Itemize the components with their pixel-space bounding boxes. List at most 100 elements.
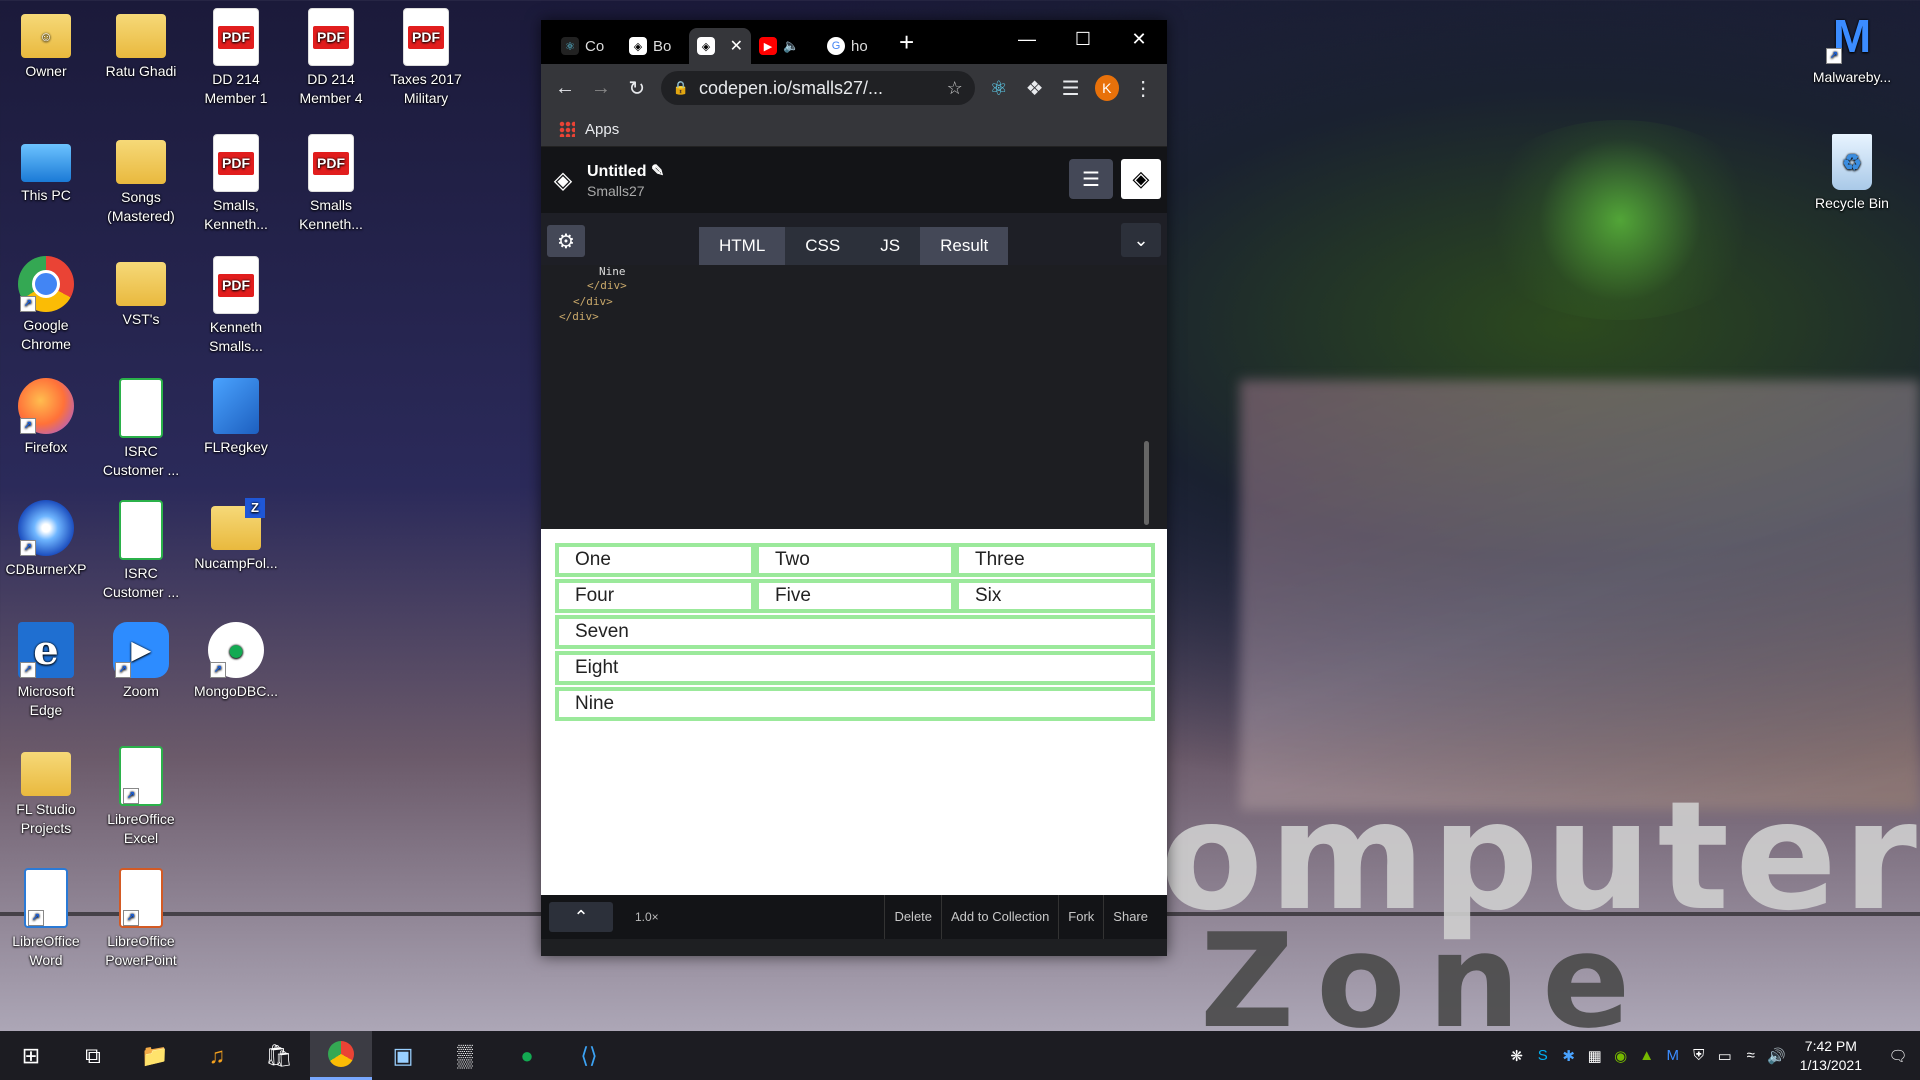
vscode-icon[interactable]: ⟨⟩ <box>558 1031 620 1080</box>
tab-result[interactable]: Result <box>920 227 1009 265</box>
back-icon[interactable]: ← <box>547 69 583 107</box>
tab-3-active[interactable]: ◈ ✕ <box>689 28 751 64</box>
tab-js[interactable]: JS <box>860 227 921 265</box>
desktop-icon-cdburnerxp[interactable]: ↗ CDBurnerXP <box>0 500 92 579</box>
desktop-icon-libreoffice-word[interactable]: ↗ LibreOffice Word <box>0 868 92 970</box>
bookmark-star-icon[interactable]: ☆ <box>947 78 963 99</box>
chevron-down-icon[interactable]: ⌄ <box>1121 223 1161 257</box>
tab-4[interactable]: ▶ 🔈 <box>751 28 819 64</box>
delete-button[interactable]: Delete <box>884 895 941 939</box>
pen-author[interactable]: Smalls27 <box>587 183 664 199</box>
chrome-taskbar-icon[interactable] <box>310 1031 372 1080</box>
react-devtools-icon[interactable]: ⚛ <box>981 69 1017 107</box>
bluetooth-icon[interactable]: ✱ <box>1556 1047 1582 1065</box>
apps-bookmark[interactable]: Apps <box>585 121 619 138</box>
desktop-icon-smalls-kenneth-2[interactable]: PDF Smalls Kenneth... <box>285 134 377 234</box>
zoom-level[interactable]: 1.0× <box>635 910 659 924</box>
codepen-logo-icon[interactable]: ◈ <box>549 166 577 194</box>
desktop-icon-label: Owner <box>25 63 67 79</box>
desktop-icon-microsoft-edge[interactable]: e ↗ Microsoft Edge <box>0 622 92 720</box>
desktop-icon-dd214-1[interactable]: PDF DD 214 Member 1 <box>190 8 282 108</box>
close-tab-icon[interactable]: ✕ <box>730 36 743 56</box>
tab-css[interactable]: CSS <box>785 227 861 265</box>
file-explorer-icon[interactable]: 📁 <box>124 1031 186 1080</box>
skype-icon[interactable]: S <box>1530 1047 1556 1064</box>
desktop-icon-nucamp[interactable]: Z NucampFol... <box>190 498 282 573</box>
maximize-icon[interactable]: ☐ <box>1055 20 1111 58</box>
desktop-icon-firefox[interactable]: ↗ Firefox <box>0 378 92 457</box>
minimize-icon[interactable]: — <box>999 20 1055 58</box>
desktop-icon-libreoffice-excel[interactable]: ↗ LibreOffice Excel <box>95 746 187 848</box>
notifications-icon[interactable]: 🗨 <box>1876 1047 1920 1065</box>
close-window-icon[interactable]: ✕ <box>1111 20 1167 58</box>
lock-icon: 🔒 <box>672 80 689 95</box>
nvidia-icon[interactable]: ◉ <box>1608 1047 1634 1065</box>
desktop-icon-zoom[interactable]: ▶ ↗ Zoom <box>95 622 187 701</box>
desktop-icon-isrc-2[interactable]: ISRC Customer ... <box>95 500 187 602</box>
security-icon[interactable]: ⛨ <box>1686 1047 1712 1064</box>
tab-html[interactable]: HTML <box>699 227 786 265</box>
extensions-icon[interactable]: ❖ <box>1017 69 1053 107</box>
more-menu-icon[interactable]: ⋮ <box>1125 69 1161 107</box>
taskbar: ⊞ ⧉ 📁 ♫ 🛍 ▣ ▒ ● ⟨⟩ ❋ S ✱ ▦ ◉ ▲ M ⛨ ▭ ≈ 🔊… <box>0 1031 1920 1080</box>
malwarebytes-tray-icon[interactable]: M <box>1660 1047 1686 1064</box>
desktop-icon-taxes-2017[interactable]: PDF Taxes 2017 Military <box>380 8 472 108</box>
app-window-icon[interactable]: ▣ <box>372 1031 434 1080</box>
fl-studio-icon[interactable]: ♫ <box>186 1031 248 1080</box>
desktop-icon-malwarebytes[interactable]: M ↗ Malwareby... <box>1806 8 1898 87</box>
desktop-icon-isrc-1[interactable]: ISRC Customer ... <box>95 378 187 480</box>
desktop-icon-owner[interactable]: ☺ Owner <box>0 8 92 81</box>
store-icon[interactable]: 🛍 <box>248 1031 310 1080</box>
tab-label: ho <box>851 37 868 55</box>
volume-icon[interactable]: 🔊 <box>1764 1047 1790 1065</box>
desktop-icon-libreoffice-powerpoint[interactable]: ↗ LibreOffice PowerPoint <box>95 868 187 970</box>
codepen-footer: ⌃ 1.0× Delete Add to Collection Fork Sha… <box>541 895 1167 939</box>
edit-pencil-icon[interactable]: ✎ <box>651 163 664 180</box>
desktop-icon-kenneth-smalls[interactable]: PDF Kenneth Smalls... <box>190 256 282 356</box>
desktop-icon-google-chrome[interactable]: ↗ Google Chrome <box>0 256 92 354</box>
muted-audio-icon[interactable]: 🔈 <box>783 38 799 54</box>
browser-toolbar: ← → ↻ 🔒 codepen.io/smalls27/... ☆ ⚛ ❖ ☰ … <box>541 64 1167 112</box>
zip-folder-icon: Z <box>211 498 265 550</box>
layout-menu-icon[interactable]: ☰ <box>1069 159 1113 199</box>
slack-icon[interactable]: ❋ <box>1504 1047 1530 1065</box>
share-button[interactable]: Share <box>1103 895 1157 939</box>
editor-scrollbar[interactable] <box>1144 441 1149 525</box>
battery-icon[interactable]: ▭ <box>1712 1047 1738 1065</box>
clock[interactable]: 7:42 PM 1/13/2021 <box>1800 1037 1862 1075</box>
profile-avatar[interactable]: K <box>1094 75 1120 101</box>
desktop-icon-flregkey[interactable]: FLRegkey <box>190 378 282 457</box>
wifi-icon[interactable]: ≈ <box>1738 1047 1764 1064</box>
fork-button[interactable]: Fork <box>1058 895 1103 939</box>
html-editor[interactable]: Nine </div> </div> </div> <box>541 265 1167 529</box>
device-icon[interactable]: ▦ <box>1582 1047 1608 1065</box>
chevron-up-icon[interactable]: ⌃ <box>549 902 613 932</box>
desktop-icon-songs[interactable]: Songs (Mastered) <box>95 134 187 226</box>
desktop-icon-vsts[interactable]: VST's <box>95 256 187 329</box>
desktop-icon-recycle-bin[interactable]: ♻ Recycle Bin <box>1806 134 1898 213</box>
mongodb-taskbar-icon[interactable]: ● <box>496 1031 558 1080</box>
desktop-icon-this-pc[interactable]: This PC <box>0 134 92 205</box>
add-to-collection-button[interactable]: Add to Collection <box>941 895 1058 939</box>
task-view-icon[interactable]: ⧉ <box>62 1031 124 1080</box>
user-avatar-icon[interactable]: ◈ <box>1121 159 1161 199</box>
pen-title[interactable]: Untitled ✎ <box>587 161 664 181</box>
desktop-icon-fl-studio-projects[interactable]: FL Studio Projects <box>0 746 92 838</box>
forward-icon[interactable]: → <box>583 69 619 107</box>
desktop-icon-mongodb[interactable]: ● ↗ MongoDBC... <box>190 622 282 701</box>
tab-2[interactable]: ◈ Bo <box>621 28 689 64</box>
terminal-icon[interactable]: ▒ <box>434 1031 496 1080</box>
reload-icon[interactable]: ↻ <box>619 69 655 107</box>
desktop-icon-smalls-kenneth-1[interactable]: PDF Smalls, Kenneth... <box>190 134 282 234</box>
settings-gear-icon[interactable]: ⚙ <box>547 225 585 257</box>
new-tab-button[interactable]: + <box>899 27 914 58</box>
start-windows-icon[interactable]: ⊞ <box>0 1031 62 1080</box>
tab-1[interactable]: ⚛ Co <box>553 28 621 64</box>
media-queue-icon[interactable]: ☰ <box>1053 69 1089 107</box>
desktop-icon-ratu-ghadi[interactable]: Ratu Ghadi <box>95 8 187 81</box>
address-bar[interactable]: 🔒 codepen.io/smalls27/... ☆ <box>660 71 975 105</box>
grid-item: Six <box>955 579 1155 613</box>
desktop-icon-dd214-4[interactable]: PDF DD 214 Member 4 <box>285 8 377 108</box>
geforce-icon[interactable]: ▲ <box>1634 1047 1660 1064</box>
tab-5[interactable]: G ho <box>819 28 887 64</box>
